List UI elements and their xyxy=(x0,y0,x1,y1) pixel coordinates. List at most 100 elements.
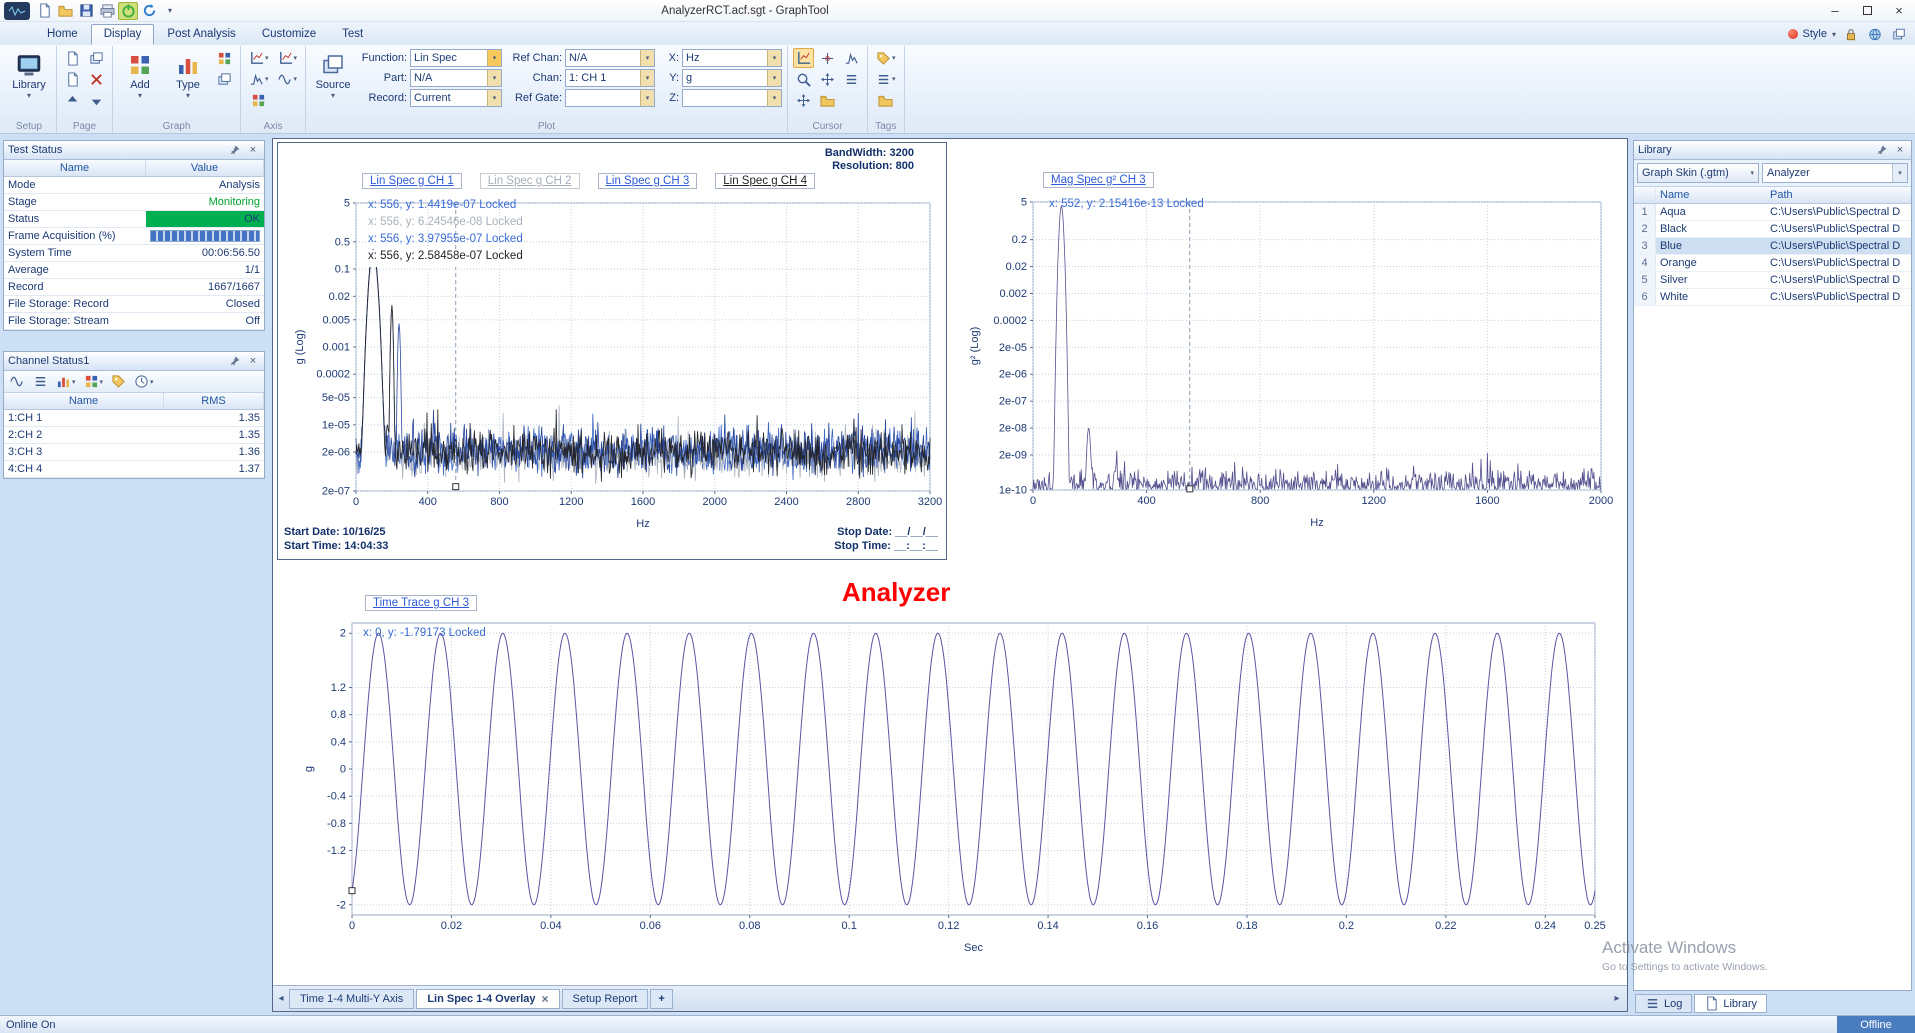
trace-label[interactable]: Lin Spec g CH 2 xyxy=(480,173,580,189)
add-tag-icon[interactable]: ▾ xyxy=(873,48,899,68)
offline-indicator[interactable]: Offline xyxy=(1837,1016,1915,1033)
delete-page-icon[interactable] xyxy=(86,69,107,89)
source-button[interactable]: Source ▾ xyxy=(311,48,355,120)
select-plots-icon[interactable] xyxy=(214,48,235,68)
plot-y-select[interactable]: g▾ xyxy=(682,69,782,87)
x-axis-settings-icon[interactable]: ▾ xyxy=(246,48,272,68)
channel-status-row[interactable]: 1:CH 11.35 xyxy=(4,410,264,427)
library-row[interactable]: 2BlackC:\Users\Public\Spectral D xyxy=(1634,221,1911,238)
close-tab-icon[interactable]: × xyxy=(542,992,549,1006)
close-panel-icon[interactable]: × xyxy=(1893,143,1907,157)
plot-refgate-select[interactable]: ▾ xyxy=(565,89,655,107)
cursor-list-icon[interactable] xyxy=(841,69,862,89)
trace-label[interactable]: Time Trace g CH 3 xyxy=(365,595,477,611)
pan-cursor-icon[interactable] xyxy=(817,69,838,89)
dock-tab-log[interactable]: Log xyxy=(1635,994,1692,1013)
open-icon[interactable] xyxy=(55,2,75,20)
document-tab[interactable]: Time 1-4 Multi-Y Axis xyxy=(289,989,414,1009)
ribbon-tab-display[interactable]: Display xyxy=(91,24,155,45)
column-header-name[interactable]: Name xyxy=(4,393,164,409)
trace-label[interactable]: Lin Spec g CH 1 xyxy=(362,173,462,189)
signal-view-icon[interactable] xyxy=(7,372,28,392)
overlay-graphs-icon[interactable] xyxy=(214,69,235,89)
time-trace-plot[interactable]: 21.20.80.40-0.4-0.8-1.2-200.020.040.060.… xyxy=(277,565,1623,967)
skin-select[interactable]: Analyzer ▾ xyxy=(1762,163,1908,183)
column-header-value[interactable]: Value xyxy=(146,160,264,176)
test-status-row[interactable]: File Storage: RecordClosed xyxy=(4,296,264,313)
new-document-icon[interactable] xyxy=(34,2,54,20)
clock-icon[interactable]: ▾ xyxy=(131,372,157,392)
close-button[interactable]: × xyxy=(1883,0,1915,21)
save-icon[interactable] xyxy=(76,2,96,20)
plot-record-select[interactable]: Current▾ xyxy=(410,89,502,107)
plot-function-select[interactable]: Lin Spec▾ xyxy=(410,49,502,67)
trace-label[interactable]: Mag Spec g² CH 3 xyxy=(1043,172,1154,188)
close-panel-icon[interactable]: × xyxy=(246,143,260,157)
close-panel-icon[interactable]: × xyxy=(246,354,260,368)
ribbon-tab-customize[interactable]: Customize xyxy=(249,24,329,45)
app-logo-icon[interactable] xyxy=(4,2,30,20)
column-header-path[interactable]: Path xyxy=(1768,189,1911,201)
move-cursor-icon[interactable] xyxy=(793,90,814,110)
plot-refchan-select[interactable]: N/A▾ xyxy=(565,49,655,67)
test-status-row[interactable]: Record1667/1667 xyxy=(4,279,264,296)
start-measurement-icon[interactable] xyxy=(118,2,138,20)
test-status-row[interactable]: System Time00:06:56.50 xyxy=(4,245,264,262)
customize-quick-access-icon[interactable]: ▾ xyxy=(160,2,180,20)
add-page-icon[interactable] xyxy=(62,48,83,68)
y-axis-settings-icon[interactable]: ▾ xyxy=(275,48,301,68)
test-status-row[interactable]: Average1/1 xyxy=(4,262,264,279)
document-tab[interactable]: Setup Report xyxy=(562,989,649,1009)
zoom-cursor-icon[interactable] xyxy=(793,69,814,89)
tag-list-icon[interactable]: ▾ xyxy=(873,69,899,89)
layers-icon[interactable] xyxy=(1889,25,1909,43)
pin-icon[interactable] xyxy=(228,143,242,157)
single-cursor-icon[interactable] xyxy=(817,48,838,68)
ribbon-tab-post-analysis[interactable]: Post Analysis xyxy=(154,24,248,45)
graph-type-button[interactable]: Type ▾ xyxy=(166,48,210,120)
axis-grid-icon[interactable] xyxy=(246,90,272,110)
bar-meter-icon[interactable]: ▾ xyxy=(53,372,79,392)
channel-status-row[interactable]: 3:CH 31.36 xyxy=(4,444,264,461)
lock-icon[interactable] xyxy=(1841,25,1861,43)
plot-z-select[interactable]: ▾ xyxy=(682,89,782,107)
cursor-folder-icon[interactable] xyxy=(817,90,838,110)
test-status-row[interactable]: Frame Acquisition (%) xyxy=(4,228,264,245)
peak-cursor-icon[interactable] xyxy=(841,48,862,68)
new-tab-button[interactable]: + xyxy=(650,989,672,1009)
help-globe-icon[interactable] xyxy=(1865,25,1885,43)
previous-page-icon[interactable] xyxy=(62,90,83,110)
test-status-row[interactable]: StatusOK xyxy=(4,211,264,228)
ribbon-tab-home[interactable]: Home xyxy=(34,24,91,45)
copy-page-icon[interactable] xyxy=(62,69,83,89)
alarm-limits-icon[interactable] xyxy=(108,372,129,392)
page-layout-icon[interactable] xyxy=(86,48,107,68)
print-icon[interactable] xyxy=(97,2,117,20)
maximize-button[interactable] xyxy=(1851,0,1883,21)
graph-skin-dropdown[interactable]: Graph Skin (.gtm) ▾ xyxy=(1637,163,1759,183)
library-row[interactable]: 5SilverC:\Users\Public\Spectral D xyxy=(1634,272,1911,289)
test-status-row[interactable]: StageMonitoring xyxy=(4,194,264,211)
column-header-rms[interactable]: RMS xyxy=(164,393,264,409)
document-tab[interactable]: Lin Spec 1-4 Overlay× xyxy=(416,989,559,1009)
library-row[interactable]: 6WhiteC:\Users\Public\Spectral D xyxy=(1634,289,1911,306)
next-page-icon[interactable] xyxy=(86,90,107,110)
ribbon-tab-test[interactable]: Test xyxy=(329,24,376,45)
harmonic-cursor-icon[interactable] xyxy=(793,48,814,68)
channel-status-row[interactable]: 4:CH 41.37 xyxy=(4,461,264,478)
pin-icon[interactable] xyxy=(1875,143,1889,157)
scroll-tabs-left-icon[interactable]: ◂ xyxy=(273,990,289,1008)
column-header-name[interactable]: Name xyxy=(4,160,146,176)
plot-part-select[interactable]: N/A▾ xyxy=(410,69,502,87)
library-row[interactable]: 3BlueC:\Users\Public\Spectral D xyxy=(1634,238,1911,255)
plot-chan-select[interactable]: 1: CH 1▾ xyxy=(565,69,655,87)
engineering-units-icon[interactable]: ▾ xyxy=(81,372,107,392)
add-graph-button[interactable]: Add ▾ xyxy=(118,48,162,120)
reset-icon[interactable] xyxy=(139,2,159,20)
style-button[interactable]: Style xyxy=(1803,28,1827,40)
list-view-icon[interactable] xyxy=(30,372,51,392)
plot-x-select[interactable]: Hz▾ xyxy=(682,49,782,67)
log-scale-icon[interactable]: ▾ xyxy=(275,69,301,89)
column-header-name[interactable]: Name xyxy=(1656,189,1768,201)
trace-label[interactable]: Lin Spec g CH 4 xyxy=(715,173,815,189)
